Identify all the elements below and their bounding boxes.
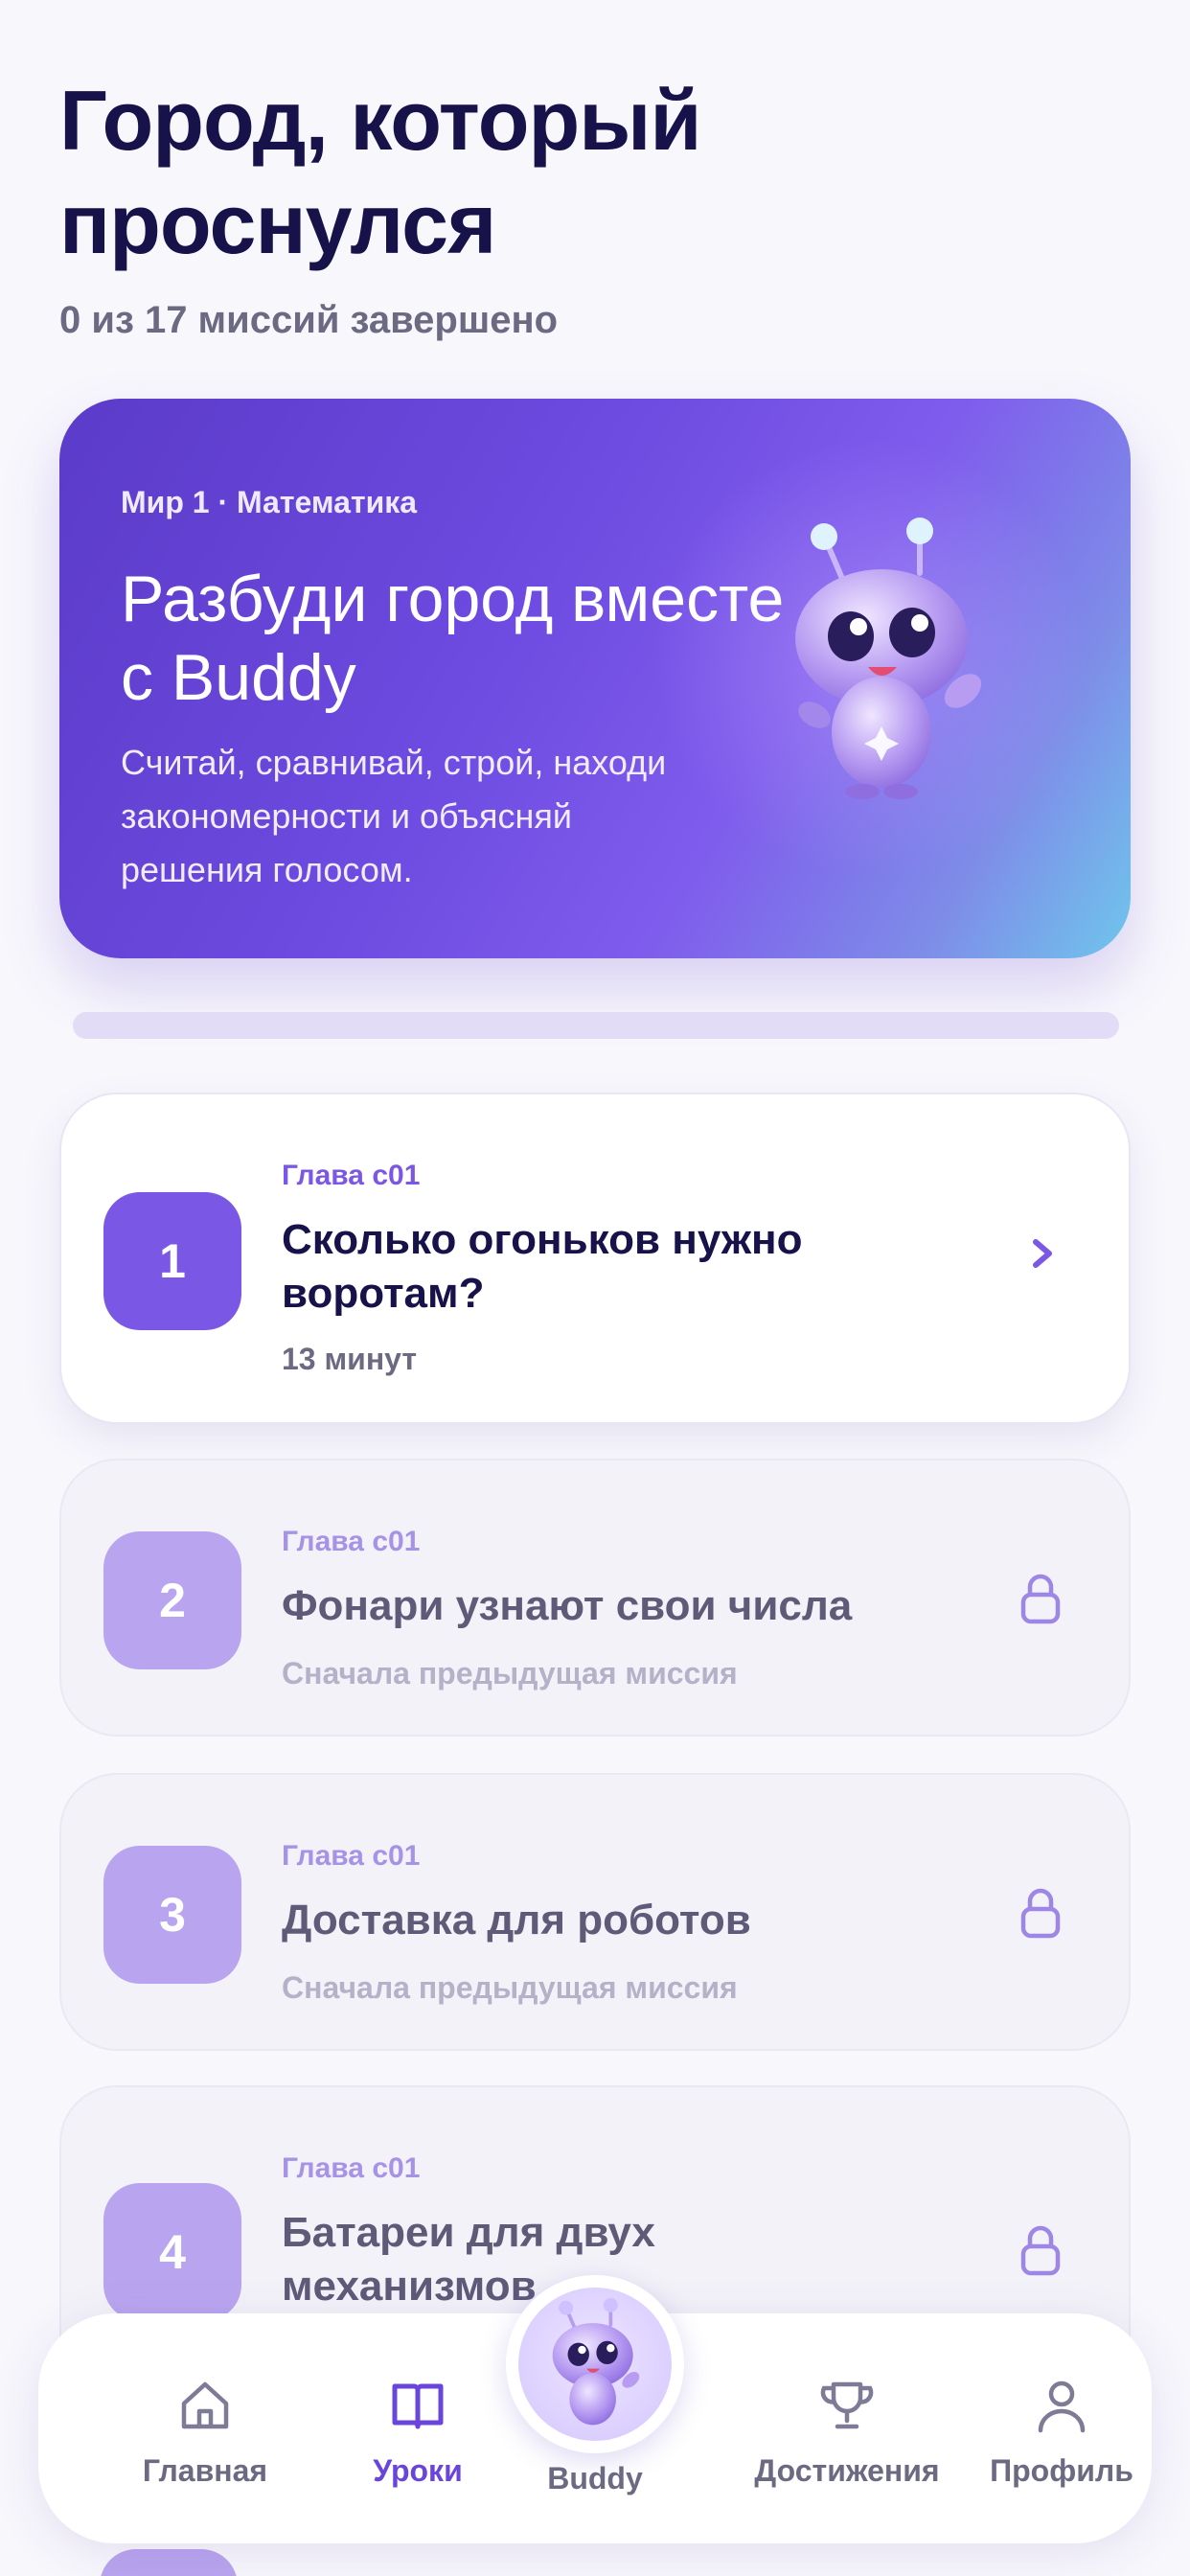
mission-duration: 13 минут xyxy=(282,1342,418,1376)
mission-lock-note: Сначала предыдущая миссия xyxy=(282,1656,738,1690)
mission-number-badge: 3 xyxy=(103,1846,241,1984)
mission-title: Доставка для роботов xyxy=(282,1897,751,1944)
buddy-mascot-icon xyxy=(552,2297,640,2426)
buddy-avatar xyxy=(518,2288,672,2441)
mission-card-5-peek xyxy=(100,2549,238,2576)
mission-lock-note: Сначала предыдущая миссия xyxy=(282,1970,738,2005)
trophy-icon xyxy=(820,2381,874,2429)
hero-description: Считай, сравнивай, строй, находи законом… xyxy=(121,743,667,889)
tab-achievements[interactable]: Достижения xyxy=(742,2375,952,2489)
lock-icon xyxy=(1020,2225,1061,2276)
mission-title: Фонари узнают свои числа xyxy=(282,1582,853,1629)
tab-label: Профиль xyxy=(990,2453,1133,2488)
mission-number-badge: 1 xyxy=(103,1192,241,1330)
missions-progress-text: 0 из 17 миссий завершено xyxy=(59,299,559,341)
mission-chapter: Глава с01 xyxy=(282,1526,421,1557)
tab-home[interactable]: Главная xyxy=(100,2375,310,2489)
profile-icon xyxy=(1038,2380,1086,2433)
mission-chapter: Глава с01 xyxy=(282,1840,421,1872)
mission-card-1[interactable]: 1 Глава с01 Сколько огоньков нужно ворот… xyxy=(59,1092,1131,1424)
mission-card-2[interactable]: 2 Глава с01 Фонари узнают свои числа Сна… xyxy=(59,1459,1131,1736)
tab-lessons[interactable]: Уроки xyxy=(312,2375,523,2489)
world-hero-card: Мир 1 · Математика Разбуди город вместе … xyxy=(59,399,1131,958)
tab-buddy-label: Buddy xyxy=(547,2461,643,2496)
lock-icon xyxy=(1020,1574,1061,1624)
mission-chapter: Глава с01 xyxy=(282,2152,421,2184)
page-title: Город, который проснулся xyxy=(59,73,702,271)
tab-label: Уроки xyxy=(373,2453,463,2488)
tab-label: Главная xyxy=(142,2453,268,2488)
world-progress-bar xyxy=(73,1012,1119,1039)
world-tag: Мир 1 · Математика xyxy=(121,485,418,519)
mission-number-badge: 4 xyxy=(103,2183,241,2321)
mission-card-3[interactable]: 3 Глава с01 Доставка для роботов Сначала… xyxy=(59,1773,1131,2051)
tab-label: Достижения xyxy=(754,2453,940,2488)
buddy-mascot-icon xyxy=(795,518,982,799)
lock-icon xyxy=(1020,1888,1061,1939)
mission-title: Сколько огоньков нужно воротам? xyxy=(282,1216,803,1317)
mission-chapter: Глава с01 xyxy=(282,1160,421,1191)
hero-title: Разбуди город вместе с Buddy xyxy=(121,563,785,714)
mission-title: Батареи для двух механизмов xyxy=(282,2209,655,2310)
book-icon xyxy=(392,2383,444,2429)
chevron-right-icon[interactable] xyxy=(1023,1234,1062,1273)
tab-buddy[interactable] xyxy=(506,2275,684,2453)
mission-number-badge: 2 xyxy=(103,1531,241,1669)
home-icon xyxy=(181,2381,229,2429)
tab-profile[interactable]: Профиль xyxy=(956,2375,1167,2489)
